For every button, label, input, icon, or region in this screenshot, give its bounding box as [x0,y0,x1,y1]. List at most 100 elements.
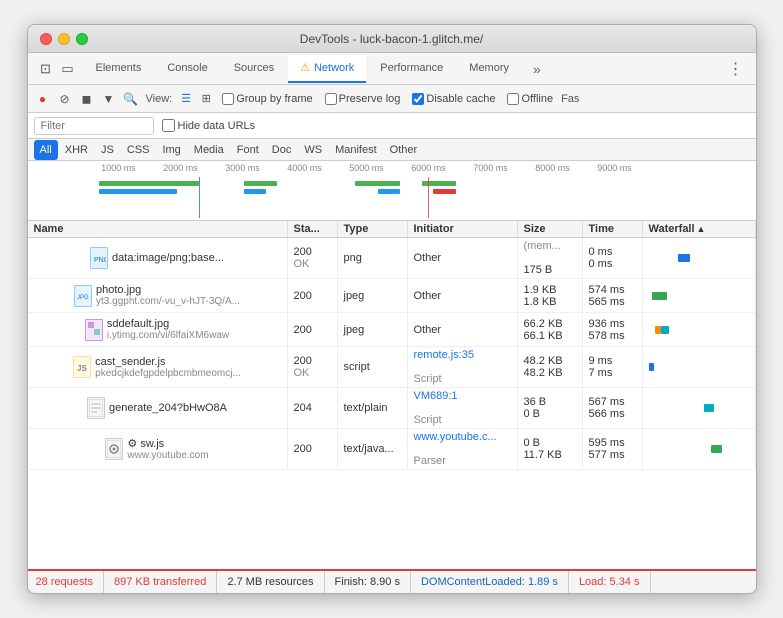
devtools-options-icon[interactable]: ⋮ [724,59,748,79]
requests-table[interactable]: Name Sta... Type Initiator Size Time Wat… [28,221,756,569]
name-content-1: photo.jpg yt3.ggpht.com/-vu_v-hJT-3Q/A..… [96,284,240,307]
offline-checkbox[interactable]: Offline [507,93,553,105]
filter-input[interactable] [34,117,154,135]
tl-bar-2 [99,189,177,194]
td-status-0: 200OK [288,238,338,278]
maximize-button[interactable] [76,33,88,45]
td-time-1: 574 ms565 ms [583,279,643,312]
col-name[interactable]: Name [28,221,288,237]
td-name-0: PNG data:image/png;base... [28,238,288,278]
initiator-link-3[interactable]: remote.js:35 [414,349,511,361]
svg-text:PNG: PNG [94,257,106,264]
window-title: DevTools - luck-bacon-1.glitch.me/ [300,32,483,46]
table-row[interactable]: JS cast_sender.js pkedcjkdefgpdelpbcmbme… [28,347,756,388]
load-time: Load: 5.34 s [569,571,651,593]
td-size-4: 36 B0 B [518,388,583,428]
filter-button[interactable]: ▼ [100,90,118,108]
type-filter-img[interactable]: Img [156,140,186,160]
hide-data-urls-group[interactable]: Hide data URLs [162,119,256,132]
type-filter-ws[interactable]: WS [298,140,328,160]
search-button[interactable]: 🔍 [122,90,140,108]
tab-sources[interactable]: Sources [222,55,286,83]
td-status-1: 200 [288,279,338,312]
td-type-1: jpeg [338,279,408,312]
td-name-4: generate_204?bHwO8A [28,388,288,428]
table-row[interactable]: JPG photo.jpg yt3.ggpht.com/-vu_v-hJT-3Q… [28,279,756,313]
wf-segment-5 [711,445,722,453]
name-content-4: generate_204?bHwO8A [109,402,227,414]
td-time-0: 0 ms0 ms [583,238,643,278]
td-initiator-5: www.youtube.c... Parser [408,429,518,469]
close-button[interactable] [40,33,52,45]
td-type-2: jpeg [338,313,408,346]
device-icon[interactable]: ▭ [58,59,78,79]
td-status-5: 200 [288,429,338,469]
td-time-2: 936 ms578 ms [583,313,643,346]
td-name-5: ⚙ sw.js www.youtube.com [28,429,288,469]
throttle-dropdown[interactable]: Fas [561,93,579,105]
table-header: Name Sta... Type Initiator Size Time Wat… [28,221,756,238]
tab-elements[interactable]: Elements [84,55,154,83]
inspect-icon[interactable]: ⊡ [36,59,56,79]
initiator-link-4[interactable]: VM689:1 [414,390,511,402]
tab-more[interactable]: » [527,61,547,77]
tab-console[interactable]: Console [155,55,219,83]
wf-segment-0 [678,254,690,262]
camera-button[interactable]: ◼ [78,90,96,108]
name-main-0: data:image/png;base... [112,252,224,264]
type-filter-bar: All XHR JS CSS Img Media Font Doc WS Man… [28,139,756,161]
wf-bar-3 [647,361,751,373]
record-button[interactable]: ● [34,90,52,108]
name-sub-2: i.ytimg.com/vi/6lfaiXM6waw [107,330,229,341]
td-size-3: 48.2 KB48.2 KB [518,347,583,387]
table-row[interactable]: generate_204?bHwO8A 204 text/plain VM689… [28,388,756,429]
file-icon-jpeg-2 [85,319,103,341]
disable-cache-checkbox[interactable]: Disable cache [412,93,495,105]
initiator-link-5[interactable]: www.youtube.c... [414,431,511,443]
tab-performance[interactable]: Performance [368,55,455,83]
status-bar: 28 requests 897 KB transferred 2.7 MB re… [28,569,756,593]
wf-segment-4 [704,404,714,412]
col-waterfall[interactable]: Waterfall ▲ [643,221,756,237]
col-initiator[interactable]: Initiator [408,221,518,237]
td-initiator-4: VM689:1 Script [408,388,518,428]
file-icon-png: PNG [90,247,108,269]
wf-bar-2 [647,324,751,336]
type-filter-css[interactable]: CSS [121,140,156,160]
view-list-icon[interactable]: ☰ [178,91,194,107]
minimize-button[interactable] [58,33,70,45]
td-type-0: png [338,238,408,278]
type-filter-media[interactable]: Media [188,140,230,160]
td-waterfall-1 [643,279,756,312]
preserve-log-checkbox[interactable]: Preserve log [325,93,401,105]
td-waterfall-5 [643,429,756,469]
file-icon-sw-5 [105,438,123,460]
table-row[interactable]: PNG data:image/png;base... 200OK png Oth… [28,238,756,279]
type-filter-all[interactable]: All [34,140,58,160]
tab-memory[interactable]: Memory [457,55,521,83]
wf-segment-3 [649,363,654,371]
type-filter-xhr[interactable]: XHR [59,140,94,160]
view-tree-icon[interactable]: ⊞ [198,91,214,107]
type-filter-js[interactable]: JS [95,140,120,160]
name-content-3: cast_sender.js pkedcjkdefgpdelpbcmbmeomc… [95,356,241,379]
type-filter-manifest[interactable]: Manifest [329,140,383,160]
col-size[interactable]: Size [518,221,583,237]
tl-label-3: 3000 ms [212,163,274,173]
tab-network[interactable]: ⚠ Network [288,55,366,83]
tl-bar-5 [355,181,400,186]
col-time[interactable]: Time [583,221,643,237]
col-status[interactable]: Sta... [288,221,338,237]
col-type[interactable]: Type [338,221,408,237]
tl-label-7: 7000 ms [460,163,522,173]
group-by-frame-checkbox[interactable]: Group by frame [222,93,312,105]
type-filter-doc[interactable]: Doc [266,140,298,160]
type-filter-other[interactable]: Other [384,140,424,160]
wf-segment-2b [661,326,669,334]
td-type-3: script [338,347,408,387]
stop-button[interactable]: ⊘ [56,90,74,108]
type-filter-font[interactable]: Font [231,140,265,160]
table-row[interactable]: ⚙ sw.js www.youtube.com 200 text/java...… [28,429,756,470]
td-initiator-2: Other [408,313,518,346]
table-row[interactable]: sddefault.jpg i.ytimg.com/vi/6lfaiXM6waw… [28,313,756,347]
